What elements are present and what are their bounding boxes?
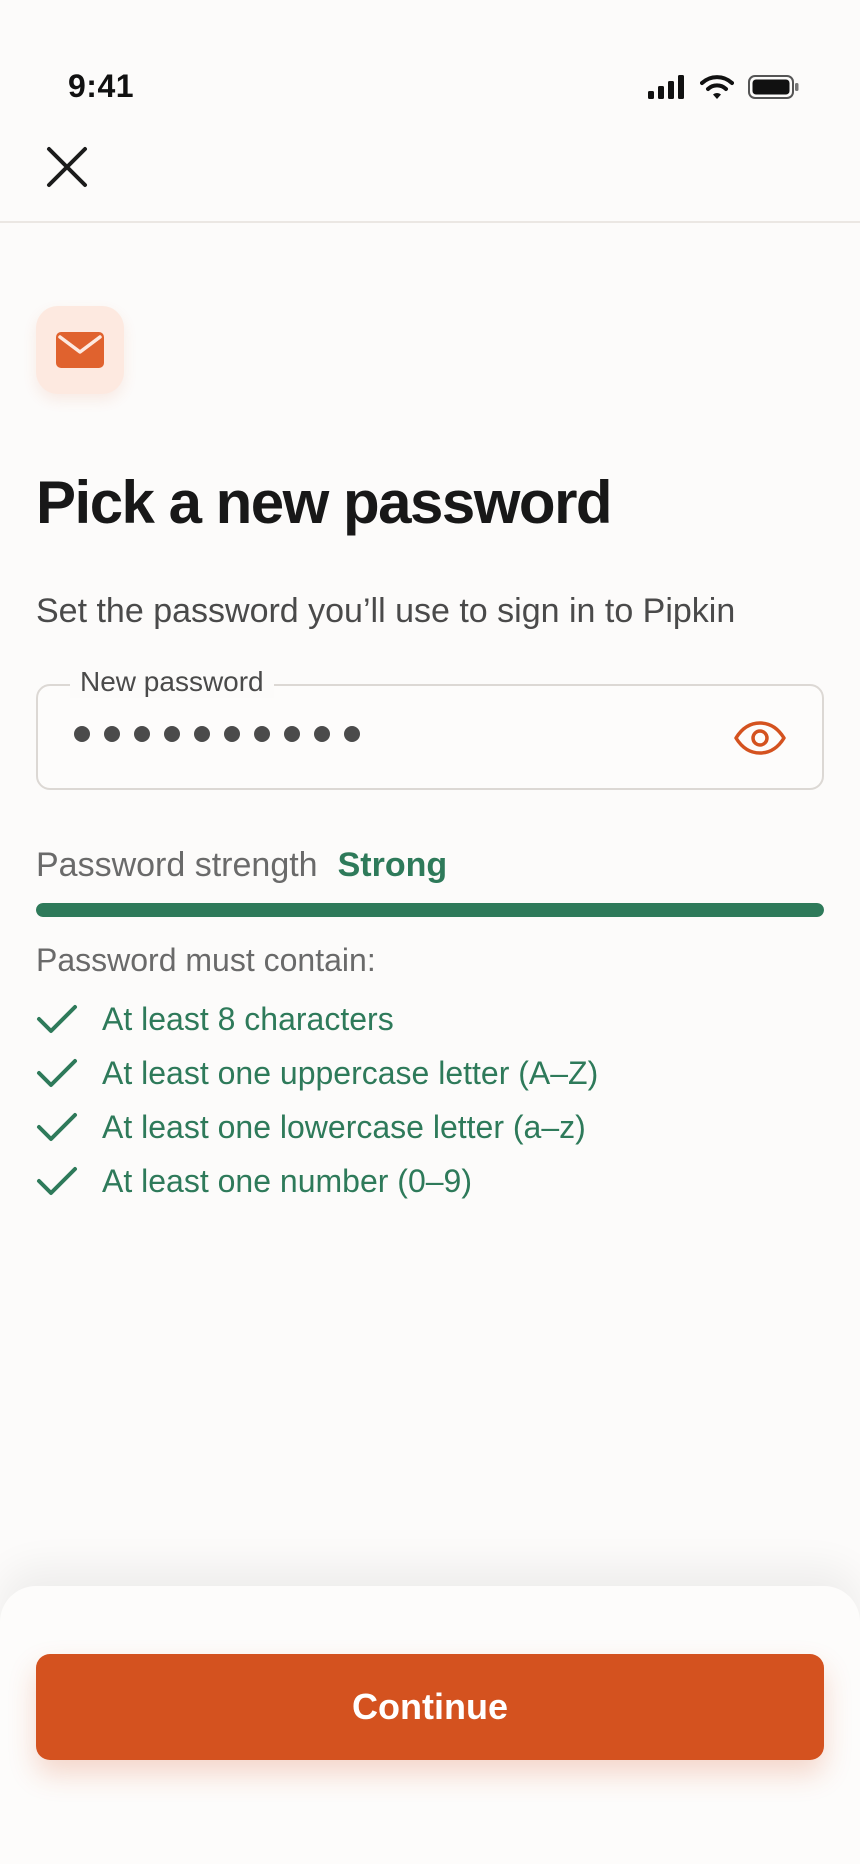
show-password-toggle[interactable] (734, 716, 786, 760)
cellular-signal-icon (648, 75, 684, 99)
requirement-text: At least 8 characters (102, 1000, 394, 1037)
checkmark-icon (36, 1163, 80, 1199)
requirement-item: At least one lowercase letter (a–z) (36, 1100, 598, 1154)
checkmark-icon (36, 1109, 80, 1145)
password-dot (344, 726, 360, 742)
reset-password-screen: 9:41 Pick a new password Set the passwor… (0, 0, 860, 1864)
strength-meter (36, 903, 824, 917)
close-button[interactable] (36, 136, 98, 198)
battery-icon (748, 75, 799, 99)
password-dot (164, 726, 180, 742)
eye-icon (734, 721, 786, 755)
status-icons (648, 74, 800, 100)
password-dot (224, 726, 240, 742)
strength-label: Password strength (36, 846, 318, 884)
new-password-field[interactable]: New password (36, 666, 824, 790)
requirement-item: At least one uppercase letter (A–Z) (36, 1046, 598, 1100)
strength-meter-fill (36, 903, 824, 917)
mail-badge (36, 306, 124, 394)
requirement-item: At least 8 characters (36, 992, 598, 1046)
password-dot (134, 726, 150, 742)
continue-button[interactable]: Continue (36, 1654, 824, 1760)
page-subtitle: Set the password you’ll use to sign in t… (36, 592, 736, 630)
close-icon (47, 147, 87, 187)
status-time: 9:41 (68, 68, 135, 104)
password-dot (74, 726, 90, 742)
requirement-item: At least one number (0–9) (36, 1154, 598, 1208)
password-dot (104, 726, 120, 742)
password-dot (314, 726, 330, 742)
requirement-text: At least one number (0–9) (102, 1162, 472, 1199)
masked-password-value (74, 726, 360, 742)
requirement-text: At least one uppercase letter (A–Z) (102, 1054, 599, 1091)
new-password-label: New password (70, 666, 274, 698)
bottom-action-bar: Continue (0, 1586, 860, 1864)
password-strength-row: Password strength Strong (36, 846, 447, 885)
requirements-list: At least 8 characters At least one upper… (36, 992, 598, 1208)
checkmark-icon (36, 1055, 80, 1091)
status-bar: 9:41 (0, 0, 860, 110)
wifi-icon (700, 75, 734, 99)
checkmark-icon (36, 1001, 80, 1037)
password-dot (284, 726, 300, 742)
mail-icon (56, 332, 104, 368)
password-dot (194, 726, 210, 742)
top-bar (0, 110, 860, 223)
password-dot (254, 726, 270, 742)
strength-value: Strong (337, 846, 448, 884)
requirements-title: Password must contain: (36, 942, 376, 978)
requirement-text: At least one lowercase letter (a–z) (102, 1108, 586, 1145)
page-title: Pick a new password (36, 469, 613, 536)
